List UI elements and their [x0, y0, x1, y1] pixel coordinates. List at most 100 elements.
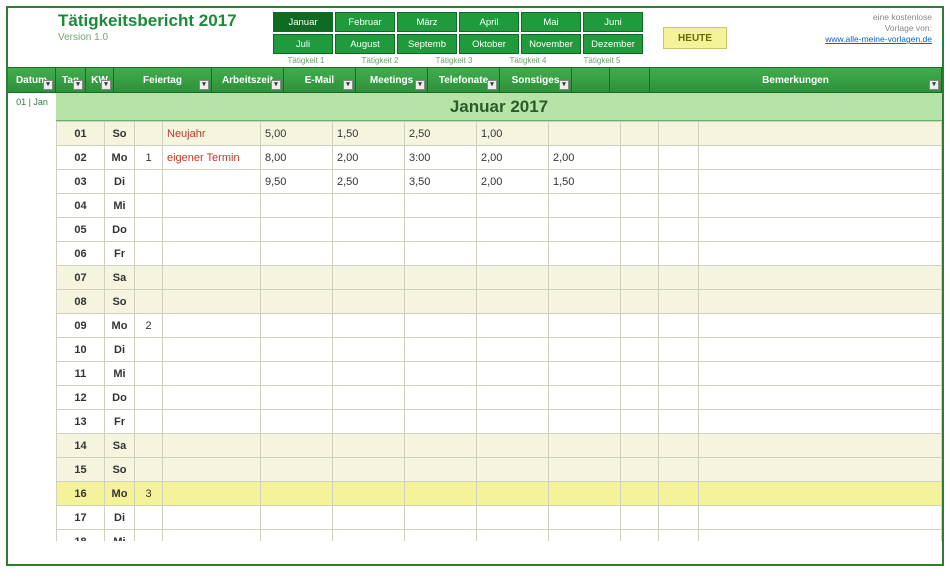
- cell[interactable]: Fr: [105, 410, 135, 434]
- cell[interactable]: [405, 482, 477, 506]
- table-row[interactable]: 04Mi: [57, 194, 942, 218]
- cell[interactable]: 14: [57, 434, 105, 458]
- cell[interactable]: [699, 506, 942, 530]
- cell[interactable]: [135, 266, 163, 290]
- cell[interactable]: [135, 218, 163, 242]
- cell[interactable]: [621, 458, 659, 482]
- cell[interactable]: [549, 434, 621, 458]
- cell[interactable]: 10: [57, 338, 105, 362]
- table-row[interactable]: 10Di: [57, 338, 942, 362]
- cell[interactable]: [405, 290, 477, 314]
- cell[interactable]: [405, 530, 477, 542]
- cell[interactable]: [699, 338, 942, 362]
- table-row[interactable]: 12Do: [57, 386, 942, 410]
- cell[interactable]: [699, 242, 942, 266]
- cell[interactable]: [163, 458, 261, 482]
- cell[interactable]: Mo: [105, 314, 135, 338]
- filter-icon[interactable]: ▾: [415, 80, 425, 90]
- cell[interactable]: [163, 290, 261, 314]
- month-button-august[interactable]: August: [335, 34, 395, 54]
- cell[interactable]: [699, 362, 942, 386]
- cell[interactable]: 15: [57, 458, 105, 482]
- cell[interactable]: Do: [105, 386, 135, 410]
- cell[interactable]: [659, 194, 699, 218]
- cell[interactable]: [405, 194, 477, 218]
- cell[interactable]: [135, 362, 163, 386]
- cell[interactable]: [135, 290, 163, 314]
- cell[interactable]: [135, 506, 163, 530]
- cell[interactable]: [659, 290, 699, 314]
- cell[interactable]: [333, 386, 405, 410]
- cell[interactable]: 2,00: [477, 146, 549, 170]
- cell[interactable]: [163, 338, 261, 362]
- cell[interactable]: So: [105, 458, 135, 482]
- cell[interactable]: [549, 530, 621, 542]
- cell[interactable]: [135, 122, 163, 146]
- cell[interactable]: [621, 218, 659, 242]
- cell[interactable]: [659, 506, 699, 530]
- table-row[interactable]: 16Mo3: [57, 482, 942, 506]
- filter-icon[interactable]: ▾: [929, 80, 939, 90]
- cell[interactable]: 2,50: [333, 170, 405, 194]
- month-button-oktober[interactable]: Oktober: [459, 34, 519, 54]
- table-row[interactable]: 18Mi: [57, 530, 942, 542]
- cell[interactable]: 2,00: [477, 170, 549, 194]
- filter-icon[interactable]: ▾: [343, 80, 353, 90]
- cell[interactable]: [405, 410, 477, 434]
- table-row[interactable]: 03Di9,502,503,502,001,50: [57, 170, 942, 194]
- month-button-mai[interactable]: Mai: [521, 12, 581, 32]
- cell[interactable]: [163, 314, 261, 338]
- cell[interactable]: 1,50: [549, 170, 621, 194]
- cell[interactable]: [261, 458, 333, 482]
- cell[interactable]: 2: [135, 314, 163, 338]
- table-row[interactable]: 07Sa: [57, 266, 942, 290]
- month-button-juli[interactable]: Juli: [273, 34, 333, 54]
- cell[interactable]: [549, 410, 621, 434]
- cell[interactable]: 04: [57, 194, 105, 218]
- col-arbeitszeit[interactable]: Arbeitszeit▾: [212, 68, 284, 92]
- cell[interactable]: [405, 506, 477, 530]
- cell[interactable]: Mo: [105, 146, 135, 170]
- cell[interactable]: [699, 122, 942, 146]
- cell[interactable]: Di: [105, 338, 135, 362]
- cell[interactable]: 05: [57, 218, 105, 242]
- table-row[interactable]: 11Mi: [57, 362, 942, 386]
- cell[interactable]: [549, 266, 621, 290]
- cell[interactable]: [659, 386, 699, 410]
- cell[interactable]: [333, 458, 405, 482]
- cell[interactable]: [261, 410, 333, 434]
- cell[interactable]: [405, 386, 477, 410]
- cell[interactable]: [405, 314, 477, 338]
- cell[interactable]: 06: [57, 242, 105, 266]
- cell[interactable]: [477, 482, 549, 506]
- cell[interactable]: [621, 242, 659, 266]
- table-row[interactable]: 08So: [57, 290, 942, 314]
- cell[interactable]: [135, 458, 163, 482]
- cell[interactable]: [261, 314, 333, 338]
- filter-icon[interactable]: ▾: [43, 80, 53, 90]
- cell[interactable]: [261, 530, 333, 542]
- cell[interactable]: [699, 530, 942, 542]
- cell[interactable]: 3: [135, 482, 163, 506]
- cell[interactable]: 3,50: [405, 170, 477, 194]
- cell[interactable]: [659, 218, 699, 242]
- cell[interactable]: [405, 362, 477, 386]
- cell[interactable]: So: [105, 290, 135, 314]
- cell[interactable]: [163, 218, 261, 242]
- cell[interactable]: 3:00: [405, 146, 477, 170]
- cell[interactable]: [549, 362, 621, 386]
- col-meetings[interactable]: Meetings▾: [356, 68, 428, 92]
- cell[interactable]: [135, 434, 163, 458]
- cell[interactable]: [621, 410, 659, 434]
- cell[interactable]: [477, 434, 549, 458]
- cell[interactable]: [621, 338, 659, 362]
- cell[interactable]: [621, 362, 659, 386]
- cell[interactable]: [699, 194, 942, 218]
- cell[interactable]: 03: [57, 170, 105, 194]
- cell[interactable]: [405, 218, 477, 242]
- filter-icon[interactable]: ▾: [199, 80, 209, 90]
- cell[interactable]: 13: [57, 410, 105, 434]
- cell[interactable]: Sa: [105, 434, 135, 458]
- cell[interactable]: Mi: [105, 530, 135, 542]
- month-button-dezember[interactable]: Dezember: [583, 34, 643, 54]
